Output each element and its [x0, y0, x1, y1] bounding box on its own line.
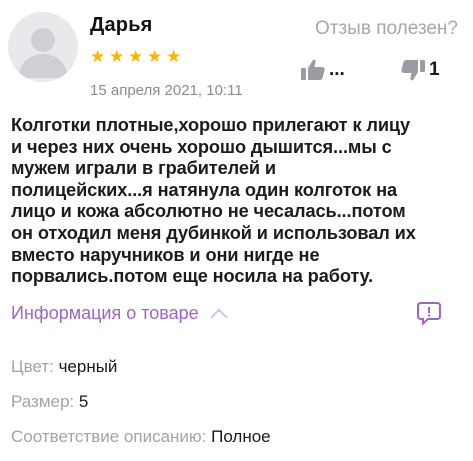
star-icon: ★	[128, 47, 144, 66]
match-label: Соответствие описанию:	[11, 427, 207, 446]
thumbs-down-icon	[401, 60, 425, 81]
size-value: 5	[78, 392, 89, 411]
attribute-description-match: Соответствие описанию: Полное	[11, 427, 271, 447]
review-text: Колготки плотные,хорошо прилегают к лицу…	[11, 115, 416, 287]
review-date: 15 апреля 2021, 10:11	[90, 82, 243, 99]
user-placeholder-icon	[18, 28, 68, 78]
author-name: Дарья	[90, 14, 153, 36]
avatar	[8, 12, 78, 82]
helpful-question: Отзыв полезен?	[314, 18, 458, 39]
star-icon: ★	[90, 47, 106, 66]
color-value: черный	[58, 357, 118, 376]
comment-button[interactable]	[416, 300, 442, 331]
attribute-size: Размер: 5	[11, 392, 88, 412]
like-button[interactable]: ...	[300, 58, 345, 82]
size-label: Размер:	[11, 392, 75, 411]
product-info-label: Информация о товаре	[11, 303, 199, 323]
product-info-toggle[interactable]: Информация о товаре	[11, 303, 228, 325]
dislike-button[interactable]: 1	[400, 58, 440, 82]
dislike-count: 1	[429, 59, 440, 80]
chevron-up-icon	[210, 308, 228, 325]
thumbs-up-icon	[301, 59, 325, 80]
star-icon: ★	[109, 47, 125, 66]
match-value: Полное	[211, 427, 271, 446]
comment-icon	[417, 302, 441, 326]
like-count: ...	[329, 59, 345, 80]
rating-stars: ★ ★ ★ ★ ★	[90, 47, 182, 66]
attribute-color: Цвет: черный	[11, 357, 117, 377]
color-label: Цвет:	[11, 357, 54, 376]
review-card: Дарья ★ ★ ★ ★ ★ 15 апреля 2021, 10:11 От…	[0, 0, 473, 461]
star-icon: ★	[166, 47, 182, 66]
star-icon: ★	[147, 47, 163, 66]
